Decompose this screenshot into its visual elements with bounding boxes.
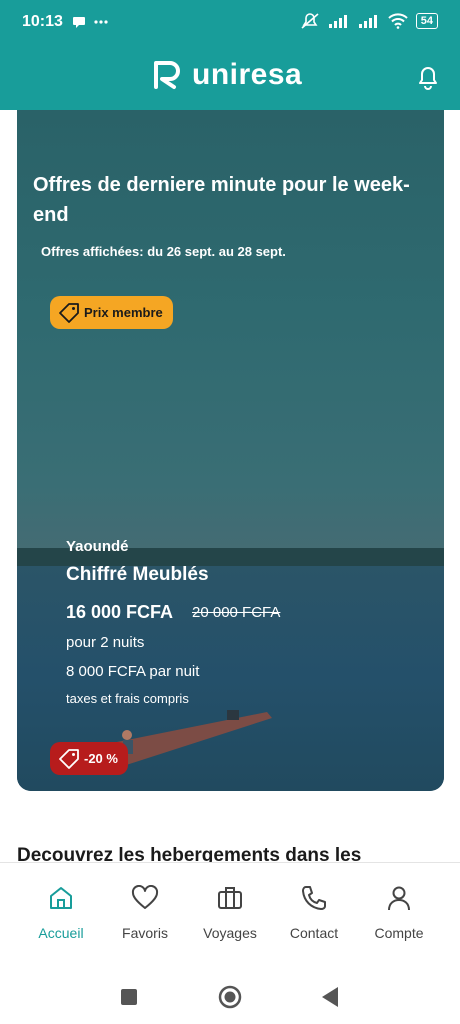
hero-subtitle: Offres affichées: du 26 sept. au 28 sept… [41, 244, 286, 259]
home-button-icon[interactable] [218, 985, 242, 1009]
phone-icon [274, 881, 354, 915]
offer-city: Yaoundé [66, 538, 129, 555]
battery-indicator: 54 [415, 13, 438, 29]
offer-card[interactable]: Offres de derniere minute pour le week-e… [17, 110, 444, 791]
status-right: 54 [300, 12, 438, 30]
discount-badge: -20 % [50, 742, 128, 775]
nav-label: Compte [374, 925, 424, 941]
offer-taxes-note: taxes et frais compris [66, 691, 189, 706]
home-icon [21, 881, 101, 915]
app-header: uniresa [0, 46, 460, 110]
offer-price: 16 000 FCFA [66, 602, 174, 622]
nav-label: Voyages [203, 925, 257, 941]
nav-item-voyages[interactable]: Voyages [190, 881, 270, 941]
back-icon[interactable] [320, 986, 340, 1008]
bell-icon[interactable] [416, 64, 440, 95]
status-bar: 10:13 54 [0, 0, 460, 46]
status-time: 10:13 [22, 13, 63, 30]
nav-label: Accueil [38, 925, 84, 941]
notification-icons [72, 14, 112, 33]
system-nav-bar [0, 960, 460, 1024]
user-icon [359, 881, 439, 915]
nav-label: Favoris [122, 925, 168, 941]
suitcase-icon [190, 881, 270, 915]
member-badge-label: Prix membre [84, 305, 163, 320]
discount-label: -20 % [84, 751, 118, 766]
signal-icon [328, 15, 347, 28]
nav-item-accueil[interactable]: Accueil [21, 881, 101, 941]
recent-apps-icon[interactable] [120, 988, 138, 1006]
brand-logo[interactable]: uniresa [152, 58, 302, 92]
member-price-badge: Prix membre [50, 296, 173, 329]
offer-name: Chiffré Meublés [66, 564, 209, 585]
nav-item-favoris[interactable]: Favoris [105, 881, 185, 941]
nav-item-contact[interactable]: Contact [274, 881, 354, 941]
price-tag-icon [59, 748, 79, 769]
nav-label: Contact [289, 925, 339, 941]
brand-name: uniresa [192, 58, 303, 91]
signal-icon [358, 15, 377, 28]
offer-nights: pour 2 nuits [66, 634, 145, 651]
logo-icon [154, 61, 180, 89]
hero-title: Offres de derniere minute pour le week-e… [33, 174, 410, 226]
price-tag-icon [59, 302, 79, 323]
bottom-nav: Accueil Favoris Voyages Contact Compte [0, 862, 460, 958]
mute-icon [301, 13, 319, 29]
wifi-icon [388, 13, 408, 29]
offer-price-per-night: 8 000 FCFA par nuit [66, 663, 200, 680]
heart-icon [105, 881, 185, 915]
nav-item-compte[interactable]: Compte [359, 881, 439, 941]
offer-old-price: 20 000 FCFA [192, 604, 281, 621]
